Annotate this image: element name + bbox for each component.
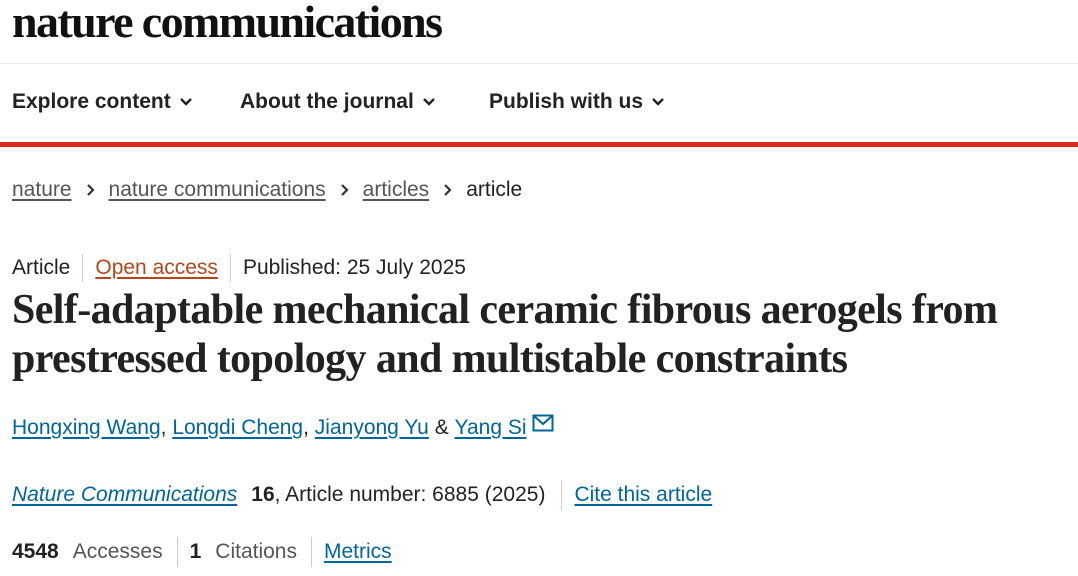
meta-divider [82,254,84,282]
article-type: Article [12,256,71,279]
breadcrumb: nature nature communications articles ar… [12,178,522,202]
citations-count: 1 [189,540,202,563]
mail-icon[interactable] [532,414,554,432]
accent-bar [0,142,1078,147]
breadcrumb-link-nature[interactable]: nature [12,178,72,202]
chevron-down-icon [422,97,436,107]
open-access-link[interactable]: Open access [95,256,218,280]
author-link[interactable]: Longdi Cheng [172,416,303,440]
nav-publish-with-us[interactable]: Publish with us [489,90,665,114]
chevron-right-icon [443,183,452,197]
author-link[interactable]: Jianyong Yu [315,416,429,440]
accesses-count: 4548 [12,540,59,563]
author-separator: , [160,416,167,439]
author-conjunction: & [434,416,449,439]
nav-about-the-journal[interactable]: About the journal [240,90,436,114]
published-date: Published: 25 July 2025 [242,256,466,279]
site-header: nature communications [0,0,1078,64]
article-title: Self-adaptable mechanical ceramic fibrou… [12,287,998,382]
volume-number: 16 [251,483,275,506]
article-metrics: 4548 Accesses 1 Citations Metrics [12,537,392,567]
chevron-down-icon [179,97,193,107]
accesses-label: Accesses [72,540,163,563]
citation-line: Nature Communications 16 , Article numbe… [12,480,712,510]
nav-label: About the journal [240,90,414,113]
nav-label: Publish with us [489,90,644,113]
author-link[interactable]: Yang Si [455,416,527,440]
author-list: Hongxing Wang, Longdi Cheng, Jianyong Yu… [12,414,554,440]
author-separator: , [303,416,309,439]
breadcrumb-link-articles[interactable]: articles [363,178,430,202]
nav-label: Explore content [12,90,171,113]
metrics-divider [176,537,178,567]
citations-label: Citations [215,540,297,563]
metrics-divider [310,537,312,567]
cite-this-article-link[interactable]: Cite this article [574,483,712,507]
article-number: , Article number: 6885 (2025) [274,483,546,506]
main-nav: Explore content About the journal Publis… [0,64,1078,142]
chevron-down-icon [651,97,665,107]
author-link[interactable]: Hongxing Wang [12,416,161,440]
nav-explore-content[interactable]: Explore content [12,90,193,114]
metrics-link[interactable]: Metrics [324,540,392,564]
breadcrumb-link-nature-communications[interactable]: nature communications [109,178,326,202]
citation-divider [561,480,563,510]
chevron-right-icon [340,183,349,197]
breadcrumb-current: article [466,178,523,201]
meta-divider [229,254,231,282]
chevron-right-icon [86,183,95,197]
article-meta: Article Open access Published: 25 July 2… [12,254,466,282]
journal-link[interactable]: Nature Communications [12,483,237,507]
site-logo[interactable]: nature communications [12,0,443,52]
